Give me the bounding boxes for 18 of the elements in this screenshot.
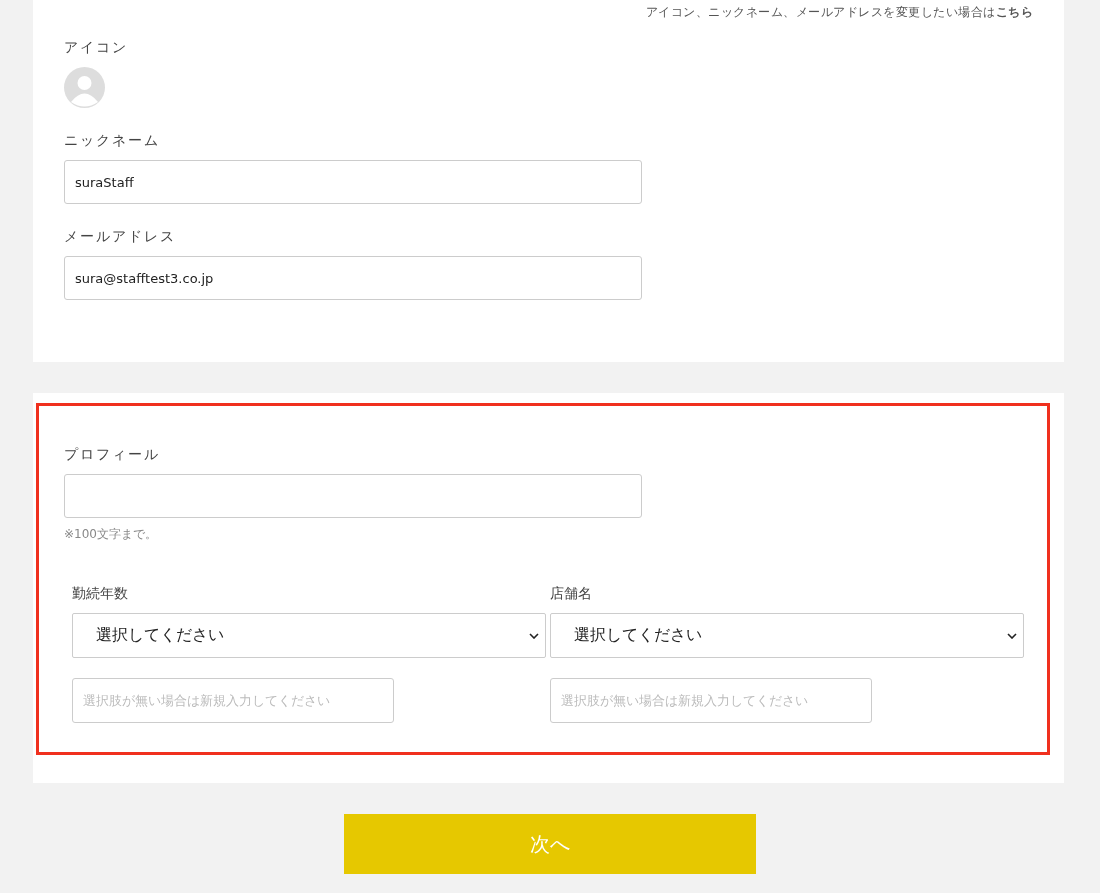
field-label: ニックネーム <box>64 132 160 150</box>
icon-label: アイコン <box>64 39 128 57</box>
select-dropdown[interactable]: 選択してください <box>72 613 546 658</box>
text-field[interactable]: suraStaff <box>64 160 642 204</box>
field-label: プロフィール <box>64 446 160 464</box>
avatar-icon <box>64 67 105 108</box>
text-field[interactable]: sura@stafftest3.co.jp <box>64 256 642 300</box>
caret-icon <box>529 632 539 639</box>
field-label: 勤続年数 <box>72 585 128 603</box>
text-field[interactable]: 選択肢が無い場合は新規入力してください <box>550 678 872 723</box>
field-label: 店舗名 <box>550 585 592 603</box>
caret-icon <box>1007 632 1017 639</box>
select-dropdown[interactable]: 選択してください <box>550 613 1024 658</box>
change-account-note: アイコン、ニックネーム、メールアドレスを変更したい場合はこちら <box>644 4 1033 21</box>
field-label: メールアドレス <box>64 228 176 246</box>
profile-field[interactable] <box>64 474 642 518</box>
character-limit-note: ※100文字まで。 <box>64 526 157 543</box>
text-field[interactable]: 選択肢が無い場合は新規入力してください <box>72 678 394 723</box>
